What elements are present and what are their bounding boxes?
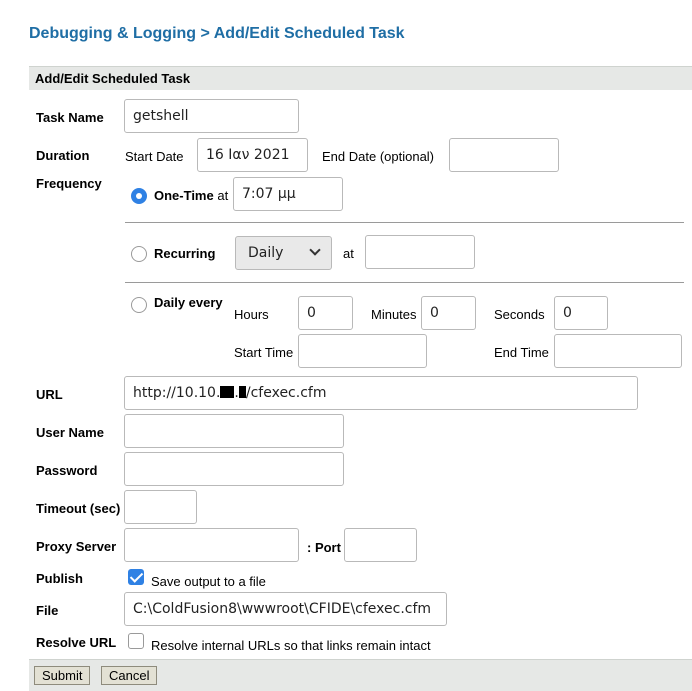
- url-label: URL: [36, 387, 63, 402]
- seconds-input[interactable]: 0: [554, 296, 608, 330]
- breadcrumb-separator: >: [200, 25, 210, 42]
- url-prefix: http://10.10.: [133, 385, 221, 401]
- publish-checkbox[interactable]: [128, 569, 144, 585]
- port-input[interactable]: [344, 528, 417, 562]
- username-input[interactable]: [124, 414, 344, 448]
- task-name-label: Task Name: [36, 110, 104, 125]
- end-time-label: End Time: [494, 345, 549, 360]
- file-label: File: [36, 603, 59, 618]
- hours-input[interactable]: 0: [298, 296, 353, 330]
- submit-button[interactable]: Submit: [34, 666, 91, 685]
- start-time-label: Start Time: [234, 345, 294, 360]
- recurring-time-input[interactable]: [365, 235, 475, 269]
- section-title: Add/Edit Scheduled Task: [29, 66, 692, 90]
- timeout-input[interactable]: [124, 490, 197, 524]
- task-name-input[interactable]: getshell: [124, 99, 299, 133]
- start-time-input[interactable]: [298, 334, 427, 368]
- daily-every-label: Daily every: [154, 295, 223, 310]
- minutes-label: Minutes: [371, 307, 417, 322]
- end-date-input[interactable]: [449, 138, 559, 172]
- end-date-label: End Date (optional): [322, 149, 435, 164]
- one-time-label: One-Time: [154, 188, 214, 203]
- one-time-at-label: at: [217, 188, 229, 203]
- resolve-url-checkbox[interactable]: [128, 633, 144, 649]
- recurring-interval-value: Daily: [248, 245, 284, 261]
- resolve-url-label: Resolve URL: [36, 635, 117, 650]
- publish-checkbox-label: Save output to a file: [151, 574, 266, 589]
- end-time-input[interactable]: [554, 334, 682, 368]
- seconds-label: Seconds: [494, 307, 545, 322]
- url-input[interactable]: http://10.10../cfexec.cfm: [124, 376, 638, 410]
- one-time-label-group: One-Time at: [154, 188, 228, 203]
- breadcrumb-current: Add/Edit Scheduled Task: [213, 25, 405, 42]
- publish-label: Publish: [36, 571, 83, 586]
- resolve-url-checkbox-label: Resolve internal URLs so that links rema…: [151, 638, 431, 653]
- divider: [125, 222, 684, 223]
- duration-label: Duration: [36, 148, 90, 163]
- divider: [125, 282, 684, 283]
- port-label: : Port: [307, 540, 341, 555]
- hours-label: Hours: [234, 307, 269, 322]
- url-suffix: /cfexec.cfm: [245, 385, 327, 401]
- breadcrumb: Debugging & Logging > Add/Edit Scheduled…: [29, 25, 405, 43]
- password-input[interactable]: [124, 452, 344, 486]
- minutes-input[interactable]: 0: [421, 296, 476, 330]
- proxy-server-label: Proxy Server: [36, 539, 117, 554]
- one-time-time-input[interactable]: 7:07 μμ: [233, 177, 343, 211]
- recurring-interval-select[interactable]: Daily: [235, 236, 332, 270]
- redaction-block: [238, 386, 246, 398]
- start-date-input[interactable]: 16 Ιαν 2021: [197, 138, 308, 172]
- proxy-server-input[interactable]: [124, 528, 299, 562]
- file-input[interactable]: C:\ColdFusion8\wwwroot\CFIDE\cfexec.cfm: [124, 592, 447, 626]
- cancel-button[interactable]: Cancel: [101, 666, 158, 685]
- username-label: User Name: [36, 425, 104, 440]
- frequency-label: Frequency: [36, 176, 102, 191]
- password-label: Password: [36, 463, 98, 478]
- recurring-at-label: at: [343, 246, 354, 261]
- redaction-block: [220, 386, 235, 398]
- daily-every-radio[interactable]: [131, 297, 147, 313]
- chevron-down-icon: [309, 244, 321, 256]
- recurring-radio[interactable]: [131, 246, 147, 262]
- recurring-label: Recurring: [154, 246, 216, 261]
- one-time-radio[interactable]: [131, 188, 147, 204]
- start-date-label: Start Date: [125, 149, 184, 164]
- breadcrumb-parent-link[interactable]: Debugging & Logging: [29, 25, 196, 42]
- scheduled-task-page: Debugging & Logging > Add/Edit Scheduled…: [0, 0, 692, 691]
- timeout-label: Timeout (sec): [36, 501, 121, 516]
